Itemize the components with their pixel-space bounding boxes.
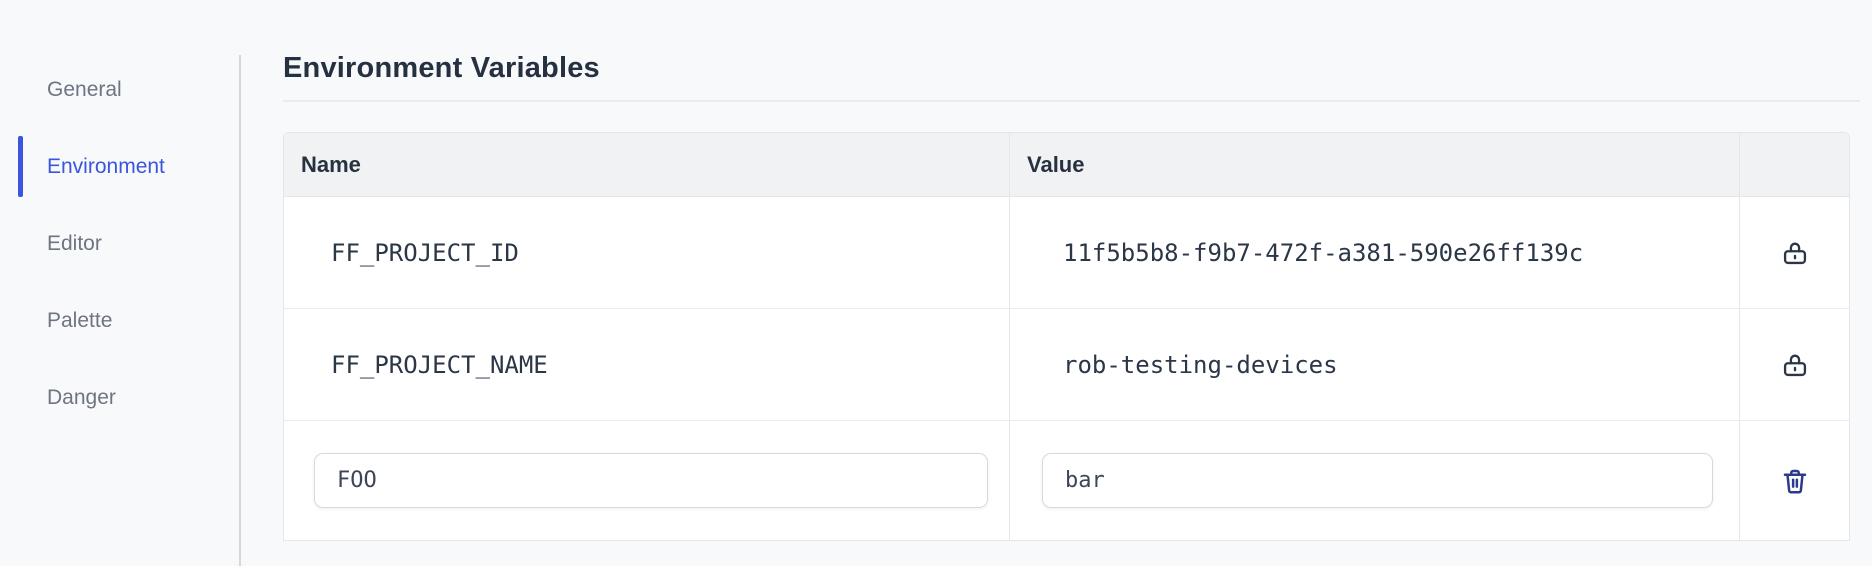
table-row: FF_PROJECT_ID 11f5b5b8-f9b7-472f-a381-59… bbox=[284, 197, 1849, 309]
trash-icon bbox=[1783, 469, 1806, 493]
env-name-input[interactable] bbox=[314, 453, 988, 508]
sidebar-item-label: Palette bbox=[47, 308, 113, 332]
active-tab-indicator bbox=[18, 136, 23, 197]
env-var-actions-cell bbox=[1740, 421, 1849, 540]
env-var-value: 11f5b5b8-f9b7-472f-a381-590e26ff139c bbox=[1010, 197, 1740, 308]
env-var-locked-cell bbox=[1740, 309, 1849, 420]
table-row: FF_PROJECT_NAME rob-testing-devices bbox=[284, 309, 1849, 421]
env-name-cell bbox=[284, 421, 1010, 540]
sidebar-item-environment[interactable]: Environment bbox=[0, 128, 239, 205]
column-header-actions bbox=[1740, 133, 1849, 196]
table-header-row: Name Value bbox=[284, 133, 1849, 197]
sidebar-item-label: General bbox=[47, 77, 122, 101]
table-row-editable bbox=[284, 421, 1849, 540]
environment-variables-table: Name Value FF_PROJECT_ID 11f5b5b8-f9b7-4… bbox=[283, 132, 1850, 541]
sidebar-item-label: Environment bbox=[47, 154, 165, 178]
sidebar-item-label: Editor bbox=[47, 231, 102, 255]
sidebar-divider bbox=[239, 55, 241, 566]
env-var-name: FF_PROJECT_NAME bbox=[284, 309, 1010, 420]
column-header-name: Name bbox=[284, 133, 1010, 196]
column-header-value: Value bbox=[1010, 133, 1740, 196]
sidebar-item-editor[interactable]: Editor bbox=[0, 205, 239, 282]
lock-icon bbox=[1783, 354, 1806, 376]
env-value-cell bbox=[1010, 421, 1740, 540]
sidebar-item-palette[interactable]: Palette bbox=[0, 282, 239, 359]
env-value-input[interactable] bbox=[1042, 453, 1713, 508]
env-var-value: rob-testing-devices bbox=[1010, 309, 1740, 420]
page-title: Environment Variables bbox=[283, 52, 1860, 102]
lock-icon bbox=[1783, 242, 1806, 264]
main-content: Environment Variables Name Value FF_PROJ… bbox=[283, 0, 1860, 541]
env-var-name: FF_PROJECT_ID bbox=[284, 197, 1010, 308]
env-var-locked-cell bbox=[1740, 197, 1849, 308]
sidebar-item-danger[interactable]: Danger bbox=[0, 359, 239, 436]
sidebar-item-label: Danger bbox=[47, 385, 116, 409]
settings-sidebar: General Environment Editor Palette Dange… bbox=[0, 51, 239, 436]
delete-row-button[interactable] bbox=[1776, 461, 1814, 501]
sidebar-item-general[interactable]: General bbox=[0, 51, 239, 128]
